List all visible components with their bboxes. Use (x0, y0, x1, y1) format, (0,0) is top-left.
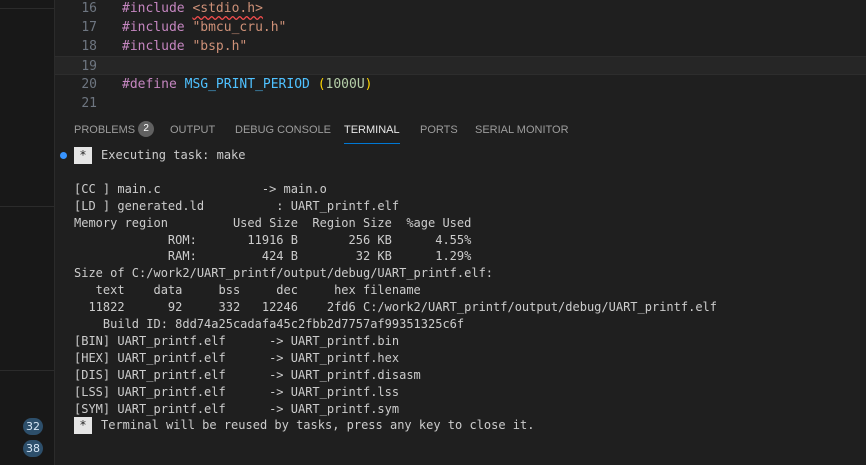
line-number: 19 (81, 59, 97, 74)
code-line[interactable]: 19 (55, 56, 866, 75)
tab-problems[interactable]: PROBLEMS 2 (74, 112, 155, 146)
terminal-line: * Executing task: make (74, 147, 246, 164)
problems-count-badge: 2 (138, 121, 155, 138)
terminal-line: ROM: 11916 B 256 KB 4.55% (74, 232, 472, 247)
code-line[interactable]: 20 #define MSG_PRINT_PERIOD (1000U) (55, 75, 866, 94)
tab-label: OUTPUT (170, 124, 216, 136)
code-line[interactable]: 21 (55, 94, 866, 113)
terminal-line: [LSS] UART_printf.elf -> UART_printf.lss (74, 384, 400, 399)
tab-label: DEBUG CONSOLE (235, 124, 331, 136)
task-marker-icon: * (74, 417, 92, 435)
code-text: #include "bsp.h" (122, 39, 248, 54)
tab-ports[interactable]: PORTS (420, 112, 458, 146)
terminal-line: [LD ] generated.ld : UART_printf.elf (74, 198, 400, 213)
sidebar-divider (0, 8, 54, 9)
code-line[interactable]: 18 #include "bsp.h" (55, 37, 866, 56)
terminal-line: Build ID: 8dd74a25cadafa45c2fbb2d7757af9… (74, 317, 465, 331)
line-number: 18 (81, 39, 97, 54)
sidebar-badge[interactable]: 32 (23, 418, 43, 435)
sidebar-divider (0, 370, 54, 371)
sidebar: 32 38 (0, 0, 55, 465)
code-line[interactable]: 17 #include "bmcu_cru.h" (55, 18, 866, 37)
terminal-line: [CC ] main.c -> main.o (74, 181, 327, 196)
tab-terminal[interactable]: TERMINAL (344, 112, 400, 146)
sidebar-divider (0, 206, 54, 207)
terminal-line: Memory region Used Size Region Size %age… (74, 215, 472, 230)
tab-label: PORTS (420, 124, 458, 136)
code-text: #define MSG_PRINT_PERIOD (1000U) (122, 77, 373, 92)
terminal-line: [DIS] UART_printf.elf -> UART_printf.dis… (74, 367, 421, 382)
tab-label: TERMINAL (344, 124, 400, 136)
terminal-line: 11822 92 332 12246 2fd6 C:/work2/UART_pr… (74, 300, 717, 315)
line-number: 21 (81, 96, 97, 111)
terminal-line: [HEX] UART_printf.elf -> UART_printf.hex (74, 350, 400, 365)
terminal-output[interactable]: * Executing task: make [CC ] main.c -> mai… (55, 146, 866, 465)
terminal-line: text data bss dec hex filename (74, 283, 421, 298)
task-status-dot-icon (60, 152, 67, 159)
tab-label: PROBLEMS (74, 124, 136, 136)
sidebar-badge[interactable]: 38 (23, 440, 43, 457)
line-number: 16 (81, 1, 97, 16)
code-text: #include "bmcu_cru.h" (122, 20, 287, 35)
terminal-line: Size of C:/work2/UART_printf/output/debu… (74, 266, 494, 281)
code-line[interactable]: 16 #include <stdio.h> (55, 0, 866, 18)
tab-label: SERIAL MONITOR (475, 124, 569, 136)
terminal-line: [SYM] UART_printf.elf -> UART_printf.sym (74, 401, 400, 416)
panel-tab-bar: PROBLEMS 2 OUTPUT DEBUG CONSOLE TERMINAL … (55, 112, 866, 146)
terminal-line: RAM: 424 B 32 KB 1.29% (74, 249, 472, 264)
terminal-line: [BIN] UART_printf.elf -> UART_printf.bin (74, 333, 400, 348)
code-editor[interactable]: 16 #include <stdio.h> 17 #include "bmcu_cru… (55, 0, 866, 113)
tab-debug-console[interactable]: DEBUG CONSOLE (235, 112, 331, 146)
line-number: 17 (81, 20, 97, 35)
tab-serial-monitor[interactable]: SERIAL MONITOR (475, 112, 569, 146)
code-text: #include <stdio.h> (122, 1, 263, 16)
terminal-line: * Terminal will be reused by tasks, press… (74, 417, 534, 435)
task-marker-icon: * (74, 147, 92, 164)
line-number: 20 (81, 77, 97, 92)
tab-output[interactable]: OUTPUT (170, 112, 215, 146)
